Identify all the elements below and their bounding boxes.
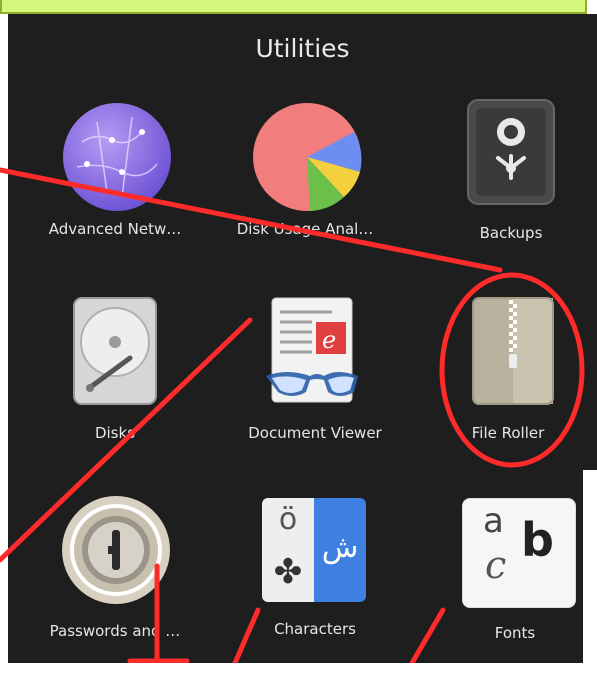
globe-network-icon bbox=[63, 103, 171, 211]
app-tile-backups[interactable]: Backups bbox=[416, 94, 597, 284]
folder-title: Utilities bbox=[255, 34, 350, 63]
fonts-glyph-a: a bbox=[483, 501, 504, 541]
app-label: Backups bbox=[479, 224, 543, 242]
zipper-archive-icon bbox=[472, 297, 554, 405]
characters-arabic-glyph: ش bbox=[321, 530, 359, 565]
app-tile-file-roller[interactable]: File Roller bbox=[413, 294, 597, 484]
app-label: Document Viewer bbox=[248, 424, 382, 442]
password-keyhole-icon bbox=[62, 496, 170, 604]
characters-symbol-glyph: ✤ bbox=[273, 552, 303, 592]
app-tile-passwords[interactable]: Passwords and … bbox=[20, 494, 210, 684]
fonts-glyph-c: c bbox=[485, 543, 507, 587]
app-label: Passwords and … bbox=[49, 622, 181, 640]
characters-icon: ö ✤ ش bbox=[262, 498, 366, 602]
app-label: Characters bbox=[274, 620, 356, 638]
app-label: Disk Usage Anal… bbox=[236, 220, 374, 238]
document-glasses-icon: e bbox=[266, 297, 358, 403]
safe-icon bbox=[467, 99, 555, 205]
svg-text:e: e bbox=[322, 326, 336, 354]
characters-latin-glyph: ö bbox=[278, 502, 298, 537]
app-label: Fonts bbox=[494, 624, 536, 642]
characters-left-panel: ö ✤ bbox=[262, 498, 314, 602]
characters-right-panel: ش bbox=[314, 498, 366, 602]
fonts-glyph-b: b bbox=[521, 513, 554, 567]
app-label: Advanced Netw… bbox=[48, 220, 182, 238]
edge-patch bbox=[583, 470, 597, 663]
app-tile-fonts[interactable]: a b c Fonts bbox=[420, 494, 597, 684]
app-tile-advanced-network[interactable]: Advanced Netw… bbox=[20, 94, 210, 284]
app-label: Disks bbox=[94, 424, 136, 442]
app-tile-disks[interactable]: Disks bbox=[20, 294, 210, 484]
app-tile-disk-usage-analyzer[interactable]: Disk Usage Anal… bbox=[210, 94, 400, 284]
app-tile-characters[interactable]: ö ✤ ش Characters bbox=[220, 494, 410, 684]
edge-patch bbox=[0, 470, 8, 663]
app-tile-document-viewer[interactable]: e Document Viewer bbox=[220, 294, 410, 484]
top-banner bbox=[0, 0, 587, 14]
fonts-icon: a b c bbox=[462, 498, 576, 608]
pie-chart-icon bbox=[253, 103, 362, 211]
app-folder-panel: Utilities Advanced Netw… Disk Usage Anal… bbox=[8, 14, 597, 663]
app-label: File Roller bbox=[471, 424, 545, 442]
hard-drive-icon bbox=[73, 297, 157, 405]
